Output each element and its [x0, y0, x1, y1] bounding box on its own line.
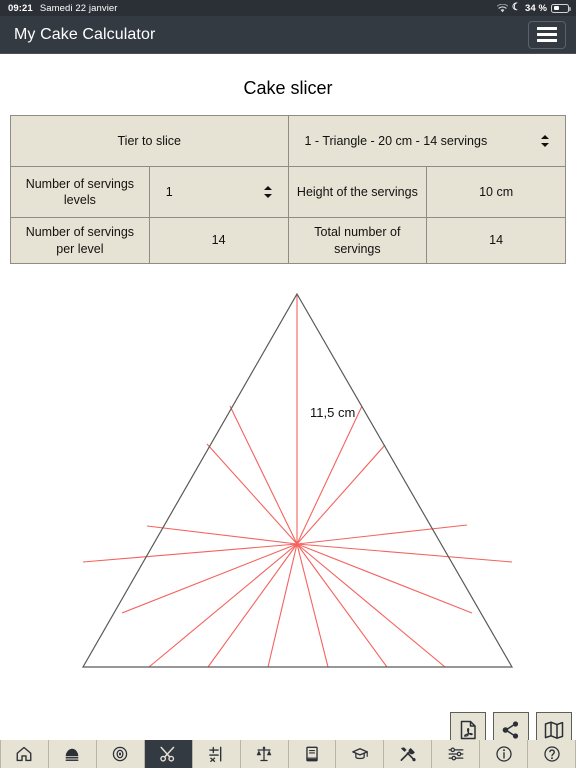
- label-tier-to-slice: Tier to slice: [10, 115, 289, 167]
- tier-select-value: 1 - Triangle - 20 cm - 14 servings: [304, 133, 488, 148]
- cut-line-10: [207, 543, 298, 668]
- cake-slice-diagram: 11,5 cm: [10, 282, 566, 682]
- chevron-updown-icon: [540, 134, 550, 148]
- cut-line-14: [146, 525, 298, 545]
- cut-line-4: [296, 543, 513, 563]
- cut-line-2: [296, 444, 386, 545]
- cut-line-8: [296, 543, 329, 668]
- cut-line-11: [148, 543, 298, 668]
- page-title: Cake slicer: [243, 78, 333, 98]
- tier-select-cell[interactable]: 1 - Triangle - 20 cm - 14 servings: [287, 115, 566, 167]
- bottom-toolbar: [0, 740, 576, 768]
- status-date: Samedi 22 janvier: [39, 2, 118, 14]
- toolbar-item-tools[interactable]: [384, 740, 433, 768]
- info-circle-icon: [496, 746, 512, 762]
- tools-icon: [400, 747, 416, 762]
- battery-icon: [551, 3, 571, 13]
- toolbar-item-settings[interactable]: [432, 740, 481, 768]
- levels-input-cell[interactable]: 1: [148, 166, 289, 218]
- toolbar-item-recipes[interactable]: [289, 740, 337, 768]
- toolbar-item-info[interactable]: [480, 740, 529, 768]
- toolbar-item-home[interactable]: [0, 740, 49, 768]
- toolbar-item-learn[interactable]: [336, 740, 385, 768]
- cut-line-5: [296, 543, 473, 614]
- table-row-per-level: Number of servings per level 14 Total nu…: [10, 217, 566, 264]
- book-icon: [306, 746, 318, 762]
- chevron-updown-icon: [263, 185, 273, 199]
- status-bar-right: ☾ 34 %: [496, 2, 571, 14]
- value-servings-per-level: 14: [148, 217, 289, 264]
- app-bar: My Cake Calculator: [0, 16, 576, 54]
- table-row-levels: Number of servings levels 1 Height of th…: [10, 166, 566, 218]
- calculator-table: Tier to slice 1 - Triangle - 20 cm - 14 …: [10, 115, 566, 264]
- value-total-servings: 14: [426, 217, 566, 264]
- label-total-servings: Total number of servings: [287, 217, 428, 264]
- cut-line-1: [296, 405, 363, 545]
- measure-label: 11,5 cm: [310, 405, 355, 420]
- scissors-icon: [160, 746, 175, 762]
- cut-line-15: [206, 443, 298, 545]
- math-operators-icon: [209, 746, 222, 763]
- cut-line-7: [296, 543, 388, 668]
- home-icon: [17, 746, 32, 762]
- toolbar-item-converter[interactable]: [241, 740, 289, 768]
- label-servings-levels: Number of servings levels: [10, 166, 150, 218]
- cut-line-3: [296, 524, 468, 545]
- status-bar: 09:21 Samedi 22 janvier ☾ 34 %: [0, 0, 576, 16]
- pdf-file-icon: [460, 720, 476, 740]
- folded-map-icon: [544, 721, 564, 739]
- battery-percent-label: 34 %: [524, 2, 547, 14]
- question-circle-icon: [543, 746, 560, 762]
- cut-line-6: [296, 543, 446, 668]
- toolbar-item-preview[interactable]: [97, 740, 145, 768]
- cake-slice-icon: [66, 748, 79, 761]
- toolbar-item-cake[interactable]: [49, 740, 97, 768]
- cut-line-9: [267, 543, 298, 668]
- toolbar-item-help[interactable]: [528, 740, 576, 768]
- tier-select[interactable]: 1 - Triangle - 20 cm - 14 servings: [295, 122, 560, 160]
- sliders-icon: [448, 747, 464, 761]
- toolbar-item-calculator[interactable]: [193, 740, 241, 768]
- cut-lines-group: [82, 294, 513, 668]
- wifi-icon: [496, 3, 508, 13]
- moon-icon: ☾: [511, 2, 521, 13]
- hamburger-menu-icon[interactable]: [528, 20, 566, 49]
- table-row-tier: Tier to slice 1 - Triangle - 20 cm - 14 …: [10, 115, 566, 167]
- status-bar-left: 09:21 Samedi 22 janvier: [8, 3, 118, 14]
- eye-icon: [113, 746, 128, 762]
- value-height-of-servings: 10 cm: [426, 166, 566, 218]
- status-time: 09:21: [8, 2, 33, 14]
- cut-line-13: [82, 543, 298, 563]
- label-height-of-servings: Height of the servings: [287, 166, 428, 218]
- share-nodes-icon: [502, 721, 519, 739]
- levels-select[interactable]: 1: [156, 173, 282, 211]
- cut-line-16: [229, 405, 298, 545]
- label-servings-per-level: Number of servings per level: [10, 217, 150, 264]
- slicer-svg: 11,5 cm: [81, 292, 514, 668]
- main-content: Cake slicer Tier to slice 1 - Triangle -…: [0, 78, 576, 768]
- app-title: My Cake Calculator: [14, 25, 156, 43]
- toolbar-item-slicer[interactable]: [144, 740, 193, 768]
- graduation-cap-icon: [352, 748, 368, 760]
- levels-select-value: 1: [165, 184, 173, 199]
- scales-icon: [256, 746, 272, 762]
